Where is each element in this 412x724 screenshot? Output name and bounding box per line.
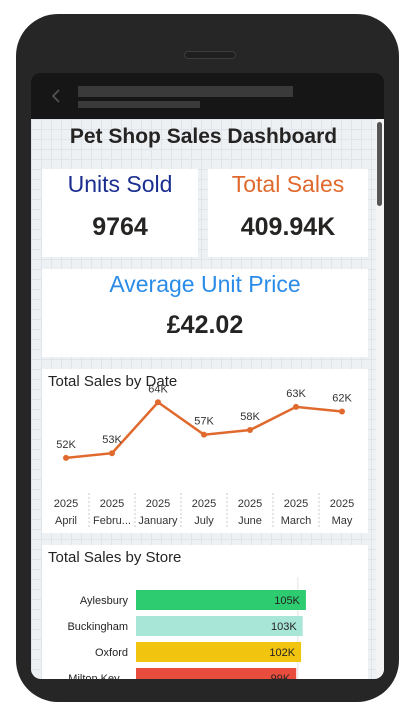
x-tick-year: 2025 — [100, 498, 124, 510]
phone-speaker — [184, 51, 236, 59]
data-label: 63K — [286, 388, 306, 400]
y-tick-label: Milton Key... — [68, 673, 128, 679]
report-name-placeholder — [78, 86, 293, 97]
x-tick-year: 2025 — [284, 498, 308, 510]
series-line — [65, 400, 343, 460]
sales-by-date-chart[interactable]: 52K 2025 April 53K 2025 Febru... 64K 2025 Januar… — [42, 369, 368, 533]
total-sales-card[interactable]: Total Sales 409.94K — [208, 169, 368, 257]
units-sold-value: 9764 — [92, 213, 148, 241]
sales-by-store-card[interactable]: Total Sales by Store 105K Aylesbury 103K Bu… — [42, 545, 368, 679]
x-tick-month: May — [332, 515, 353, 527]
bar-value-label: 103K — [271, 621, 297, 633]
bar-value-label: 99K — [271, 673, 291, 679]
total-sales-label: Total Sales — [231, 171, 345, 197]
bar-value-label: 105K — [274, 595, 300, 607]
x-tick-month: April — [55, 515, 77, 527]
data-point — [109, 450, 115, 457]
data-label: 58K — [240, 411, 260, 423]
x-tick-year: 2025 — [54, 498, 78, 510]
average-unit-price-value: £42.02 — [166, 311, 244, 339]
app-top-bar — [31, 73, 384, 119]
x-tick-month: March — [281, 515, 312, 527]
data-point — [293, 403, 299, 410]
x-tick-year: 2025 — [330, 498, 354, 510]
phone-screen: Pet Shop Sales Dashboard Units Sold 9764… — [31, 73, 384, 679]
page-title: Pet Shop Sales Dashboard — [69, 125, 338, 148]
workspace-name-placeholder — [78, 101, 200, 108]
sales-by-date-card[interactable]: Total Sales by Date 52K 2025 April 53K 2025 F… — [42, 369, 368, 533]
sales-by-store-chart[interactable]: 105K Aylesbury 103K Buckingham 102K Oxford 99K… — [42, 545, 368, 679]
bar-value-label: 102K — [269, 647, 295, 659]
y-tick-label: Buckingham — [67, 621, 128, 633]
data-label: 53K — [102, 434, 122, 446]
data-label: 64K — [148, 383, 168, 395]
data-point — [63, 454, 69, 461]
back-arrow-icon[interactable] — [49, 87, 65, 105]
scrollbar-thumb[interactable] — [377, 122, 382, 206]
data-label: 57K — [194, 416, 214, 428]
average-unit-price-card[interactable]: Average Unit Price £42.02 — [42, 269, 368, 357]
x-tick-month: July — [194, 515, 214, 527]
y-tick-label: Oxford — [95, 647, 128, 659]
data-point — [247, 427, 253, 434]
report-canvas[interactable]: Pet Shop Sales Dashboard Units Sold 9764… — [31, 119, 384, 679]
data-label: 62K — [332, 393, 352, 405]
scrollbar-track[interactable] — [376, 119, 384, 679]
y-tick-label: Aylesbury — [80, 595, 129, 607]
x-tick-year: 2025 — [146, 498, 170, 510]
units-sold-card[interactable]: Units Sold 9764 — [42, 169, 198, 257]
x-tick-month: June — [238, 515, 262, 527]
x-tick-month: January — [138, 515, 178, 527]
units-sold-label: Units Sold — [67, 171, 173, 197]
average-unit-price-label: Average Unit Price — [109, 271, 301, 297]
data-point — [339, 408, 345, 415]
total-sales-value: 409.94K — [240, 213, 336, 241]
data-label: 52K — [56, 439, 76, 451]
x-tick-month: Febru... — [93, 515, 131, 527]
x-tick-year: 2025 — [192, 498, 216, 510]
x-tick-year: 2025 — [238, 498, 262, 510]
data-point — [201, 431, 207, 438]
data-point — [155, 399, 161, 406]
